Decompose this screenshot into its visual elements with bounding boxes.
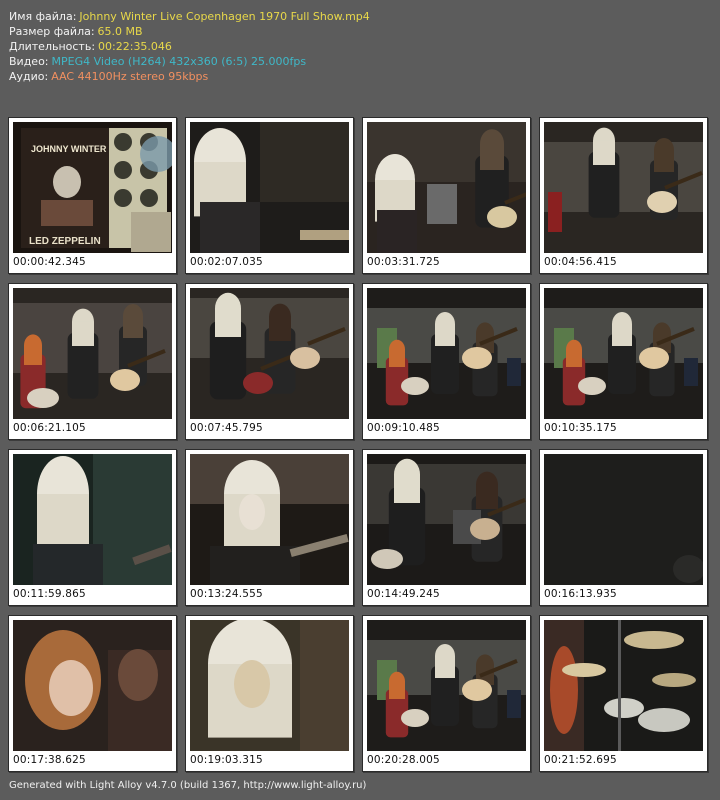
info-row: Аудио: AAC 44100Hz stereo 95kbps [9, 69, 370, 84]
thumbnail-card[interactable]: 00:21:52.695 [539, 615, 708, 772]
info-value: Johnny Winter Live Copenhagen 1970 Full … [79, 10, 370, 23]
frame-timestamp: 00:16:13.935 [544, 588, 617, 600]
frame-picture [367, 122, 526, 253]
frame-picture [367, 620, 526, 751]
thumbnail-card[interactable]: 00:07:45.795 [185, 283, 354, 440]
frame-timestamp: 00:10:35.175 [544, 422, 617, 434]
video-frame-image [190, 122, 349, 253]
info-row: Имя файла: Johnny Winter Live Copenhagen … [9, 9, 370, 24]
frame-timestamp: 00:11:59.865 [13, 588, 86, 600]
frame-timestamp: 00:17:38.625 [13, 754, 86, 766]
frame-picture [190, 288, 349, 419]
frame-picture [544, 454, 703, 585]
video-frame-image [367, 620, 526, 751]
frame-timestamp: 00:19:03.315 [190, 754, 263, 766]
info-label: Аудио: [9, 70, 49, 83]
frame-timestamp: 00:00:42.345 [13, 256, 86, 268]
frame-timestamp: 00:14:49.245 [367, 588, 440, 600]
info-value: 00:22:35.046 [98, 40, 172, 53]
frame-picture [544, 122, 703, 253]
thumbnail-card[interactable]: 00:13:24.555 [185, 449, 354, 606]
thumbnail-card[interactable]: 00:04:56.415 [539, 117, 708, 274]
frame-picture [367, 454, 526, 585]
poster-title: JOHNNY WINTER [31, 144, 107, 154]
frame-timestamp: 00:06:21.105 [13, 422, 86, 434]
frame-timestamp: 00:07:45.795 [190, 422, 263, 434]
video-frame-image [13, 620, 172, 751]
video-frame-image: JOHNNY WINTER LED ZEPPELIN [13, 122, 172, 253]
video-frame-image [13, 454, 172, 585]
thumbnail-card[interactable]: 00:02:07.035 [185, 117, 354, 274]
frame-picture [13, 288, 172, 419]
thumbnail-grid: JOHNNY WINTER LED ZEPPELIN 00:00:42.345 0… [8, 117, 708, 772]
info-label: Длительность: [9, 40, 96, 53]
frame-picture: JOHNNY WINTER LED ZEPPELIN [13, 122, 172, 253]
info-row: Размер файла: 65.0 MB [9, 24, 370, 39]
frame-picture [13, 454, 172, 585]
video-frame-image [544, 288, 703, 419]
info-value: AAC 44100Hz stereo 95kbps [51, 70, 209, 83]
thumbnail-card[interactable]: 00:11:59.865 [8, 449, 177, 606]
info-value: MPEG4 Video (H264) 432x360 (6:5) 25.000f… [51, 55, 307, 68]
thumbnail-card[interactable]: 00:16:13.935 [539, 449, 708, 606]
video-frame-image [190, 454, 349, 585]
thumbnail-card[interactable]: 00:17:38.625 [8, 615, 177, 772]
poster-subtitle: LED ZEPPELIN [29, 236, 101, 247]
frame-picture [190, 620, 349, 751]
video-frame-image [544, 122, 703, 253]
frame-picture [367, 288, 526, 419]
video-frame-image [13, 288, 172, 419]
frame-picture [544, 620, 703, 751]
frame-picture [544, 288, 703, 419]
frame-picture [13, 620, 172, 751]
info-label: Видео: [9, 55, 49, 68]
frame-timestamp: 00:09:10.485 [367, 422, 440, 434]
info-label: Имя файла: [9, 10, 77, 23]
thumbnail-card[interactable]: 00:06:21.105 [8, 283, 177, 440]
file-info-panel: Имя файла: Johnny Winter Live Copenhagen … [9, 9, 370, 84]
info-label: Размер файла: [9, 25, 95, 38]
frame-picture [190, 454, 349, 585]
thumbnail-card[interactable]: 00:03:31.725 [362, 117, 531, 274]
frame-timestamp: 00:03:31.725 [367, 256, 440, 268]
info-row: Видео: MPEG4 Video (H264) 432x360 (6:5) 2… [9, 54, 370, 69]
video-frame-image [367, 288, 526, 419]
frame-timestamp: 00:02:07.035 [190, 256, 263, 268]
video-frame-image [190, 288, 349, 419]
video-frame-image [367, 122, 526, 253]
video-frame-image [544, 454, 703, 585]
frame-timestamp: 00:21:52.695 [544, 754, 617, 766]
frame-picture [190, 122, 349, 253]
thumbnail-card[interactable]: 00:20:28.005 [362, 615, 531, 772]
video-frame-image [367, 454, 526, 585]
thumbnail-card[interactable]: 00:09:10.485 [362, 283, 531, 440]
thumbnail-card[interactable]: 00:10:35.175 [539, 283, 708, 440]
frame-timestamp: 00:04:56.415 [544, 256, 617, 268]
info-row: Длительность: 00:22:35.046 [9, 39, 370, 54]
thumbnail-card[interactable]: JOHNNY WINTER LED ZEPPELIN 00:00:42.345 [8, 117, 177, 274]
frame-timestamp: 00:13:24.555 [190, 588, 263, 600]
video-frame-image [190, 620, 349, 751]
thumbnail-card[interactable]: 00:19:03.315 [185, 615, 354, 772]
frame-timestamp: 00:20:28.005 [367, 754, 440, 766]
thumbnail-card[interactable]: 00:14:49.245 [362, 449, 531, 606]
info-value: 65.0 MB [97, 25, 143, 38]
footer-credit: Generated with Light Alloy v4.7.0 (build… [9, 780, 367, 791]
video-frame-image [544, 620, 703, 751]
